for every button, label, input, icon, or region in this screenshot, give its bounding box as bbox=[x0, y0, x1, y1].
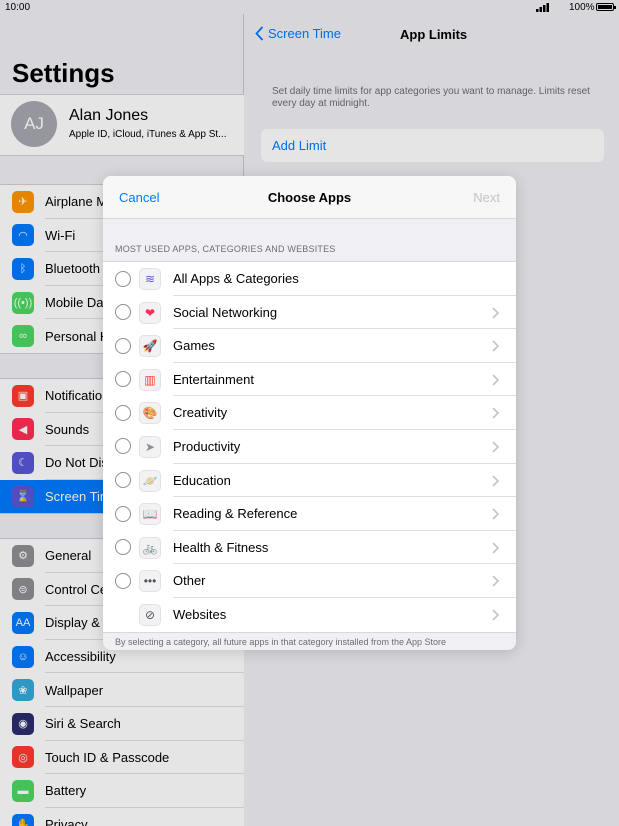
compass-icon: ⊘ bbox=[139, 603, 161, 626]
stack-icon: ≋ bbox=[139, 268, 161, 290]
chat-heart-icon: ❤ bbox=[139, 301, 161, 324]
paper-plane-icon: ➤ bbox=[139, 435, 161, 458]
chevron-right-icon bbox=[492, 474, 500, 487]
category-row[interactable]: ➤ Productivity bbox=[103, 430, 516, 464]
next-button[interactable]: Next bbox=[473, 190, 500, 205]
category-row[interactable]: 🚀 Games bbox=[103, 329, 516, 363]
category-label: Websites bbox=[173, 606, 227, 622]
chevron-right-icon bbox=[492, 542, 500, 554]
category-label: Health & Fitness bbox=[173, 539, 269, 555]
radio-button[interactable] bbox=[115, 337, 131, 354]
radio-button[interactable] bbox=[115, 572, 131, 589]
category-row[interactable]: 📖 Reading & Reference bbox=[103, 497, 516, 531]
radio-button[interactable] bbox=[115, 539, 131, 556]
category-row[interactable]: ⊘ Websites bbox=[103, 598, 516, 632]
category-label: Social Networking bbox=[173, 304, 278, 320]
radio-button[interactable] bbox=[115, 304, 131, 321]
chevron-right-icon bbox=[492, 307, 500, 319]
radio-button[interactable] bbox=[115, 438, 131, 455]
category-label: Creativity bbox=[173, 405, 228, 421]
radio-button[interactable] bbox=[115, 270, 131, 287]
category-row[interactable]: 🚲 Health & Fitness bbox=[103, 531, 516, 565]
category-row[interactable]: 🪐 Education bbox=[103, 464, 516, 498]
category-row[interactable]: 🎨 Creativity bbox=[103, 396, 516, 430]
category-label: Reading & Reference bbox=[173, 506, 298, 522]
chevron-right-icon bbox=[492, 575, 500, 587]
palette-icon: 🎨 bbox=[139, 402, 161, 425]
category-row[interactable]: ••• Other bbox=[103, 564, 516, 598]
radio-button[interactable] bbox=[115, 404, 131, 421]
category-row[interactable]: ▥ Entertainment bbox=[103, 363, 516, 397]
radio-button[interactable] bbox=[115, 505, 131, 522]
category-label: Games bbox=[173, 338, 215, 354]
chevron-right-icon bbox=[492, 441, 500, 453]
category-row[interactable]: ≋ All Apps & Categories bbox=[103, 262, 516, 296]
chevron-right-icon bbox=[492, 508, 500, 520]
popcorn-icon: ▥ bbox=[139, 368, 161, 391]
chevron-right-icon bbox=[492, 340, 500, 352]
radio-button[interactable] bbox=[115, 371, 131, 388]
rocket-icon: 🚀 bbox=[139, 335, 161, 358]
modal-title: Choose Apps bbox=[267, 190, 352, 205]
category-list: ≋ All Apps & Categories ❤ Social Networking… bbox=[103, 261, 516, 633]
category-label: All Apps & Categories bbox=[173, 271, 299, 286]
modal-header: Cancel Choose Apps Next bbox=[103, 176, 516, 219]
radio-button[interactable] bbox=[115, 472, 131, 489]
category-label: Other bbox=[173, 573, 206, 589]
category-label: Entertainment bbox=[173, 371, 254, 387]
category-label: Education bbox=[173, 472, 231, 488]
section-header: MOST USED APPS, CATEGORIES AND WEBSITES bbox=[115, 244, 336, 254]
category-label: Productivity bbox=[173, 438, 241, 454]
category-row[interactable]: ❤ Social Networking bbox=[103, 296, 516, 330]
chevron-right-icon bbox=[492, 609, 500, 621]
chevron-right-icon bbox=[492, 374, 500, 386]
planet-icon: 🪐 bbox=[139, 469, 161, 492]
choose-apps-modal: Cancel Choose Apps Next MOST USED APPS, … bbox=[103, 176, 516, 650]
book-icon: 📖 bbox=[139, 503, 161, 526]
bicycle-icon: 🚲 bbox=[139, 536, 161, 559]
category-footnote: By selecting a category, all future apps… bbox=[115, 637, 447, 647]
chevron-right-icon bbox=[492, 407, 500, 419]
ellipsis-icon: ••• bbox=[139, 570, 161, 593]
